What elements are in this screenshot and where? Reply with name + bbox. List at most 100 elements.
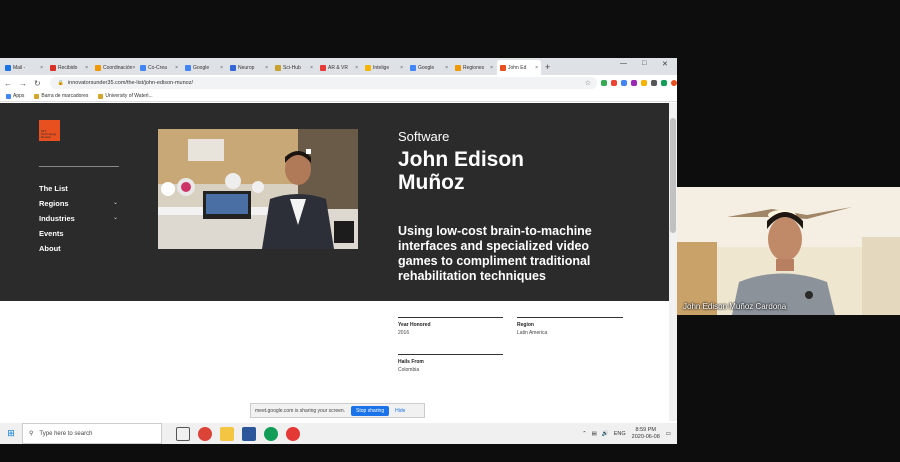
task-view-icon[interactable] [176,426,190,441]
star-icon[interactable]: ☆ [585,79,591,87]
extension-icon[interactable] [631,80,637,86]
site-logo[interactable]: MIT Technology Review [39,120,60,141]
tab-close-icon[interactable]: × [355,65,358,71]
screen-share-banner: meet.google.com is sharing your screen. … [250,403,425,418]
tab-close-icon[interactable]: × [265,65,268,71]
chevron-down-icon[interactable]: ⌄ [113,214,118,221]
folder-icon [98,93,104,99]
network-icon[interactable]: ▤ [592,431,597,437]
clock-time: 8:59 PM [635,426,656,433]
browser-tab[interactable]: Mail - × [2,60,46,75]
address-bar[interactable]: 🔒 innovatorsunder35.com/the-list/john-ed… [49,77,597,89]
browser-tab[interactable]: Neurop × [227,60,271,75]
bookmark-item[interactable]: University of Waterl... [98,93,153,99]
tray-chevron-icon[interactable]: ⌃ [582,431,587,437]
reload-icon[interactable]: ↻ [34,79,41,88]
nav-industries[interactable]: Industries [39,214,75,223]
tab-close-icon[interactable]: × [175,65,178,71]
tab-favicon-icon [320,64,326,71]
tab-close-icon[interactable]: × [132,65,135,71]
extension-icon[interactable] [661,80,667,86]
tab-label: Google [193,64,210,71]
tab-label: Regiones [463,64,485,71]
tab-favicon-icon [50,64,56,71]
maximize-icon[interactable]: □ [642,60,646,67]
volume-icon[interactable]: 🔊 [602,431,609,437]
tab-favicon-icon [410,64,416,71]
profile-tagline: Using low-cost brain-to-machine interfac… [398,224,592,283]
app-icon[interactable] [286,426,300,441]
hide-button[interactable]: Hide [395,408,405,414]
extension-icon[interactable] [601,80,607,86]
extension-icon[interactable] [611,80,617,86]
tab-label: John Ed [508,64,527,71]
browser-tab[interactable]: Coordinación × [92,60,136,75]
tab-close-icon[interactable]: × [220,65,223,71]
tab-label: AR & VR [328,64,349,71]
tab-label: Coordinación [103,64,133,71]
region-label: Region [517,322,534,328]
browser-tab[interactable]: Google × [182,60,226,75]
browser-tab[interactable]: Sci-Hub × [272,60,316,75]
nav-about[interactable]: About [39,244,61,253]
file-explorer-icon[interactable] [220,426,234,441]
profile-photo-image [158,129,358,249]
extension-icon[interactable] [651,80,657,86]
tab-favicon-icon [140,64,146,71]
tab-label: Mail - [13,64,26,71]
minimize-icon[interactable]: — [620,60,627,67]
hails-from-value: Colombia [398,367,420,373]
browser-tab[interactable]: Google × [407,60,451,75]
nav-the-list[interactable]: The List [39,184,68,193]
nav-regions[interactable]: Regions [39,199,69,208]
tab-close-icon[interactable]: × [40,65,43,71]
tab-close-icon[interactable]: × [400,65,403,71]
tab-close-icon[interactable]: × [310,65,313,71]
bookmark-item[interactable]: Barra de marcadores [34,93,88,99]
stop-sharing-button[interactable]: Stop sharing [351,405,390,416]
chevron-down-icon[interactable]: ⌄ [113,199,118,206]
browser-tab[interactable]: John Ed × [497,60,541,75]
app-icon[interactable] [264,426,278,441]
search-icon: ⚲ [29,431,34,437]
browser-tab[interactable]: Regiones × [452,60,496,75]
browser-tab[interactable]: AR & VR × [317,60,361,75]
tab-label: Co-Crea [148,64,167,71]
scrollbar-thumb[interactable] [670,118,676,233]
tab-label: Intelige [373,64,390,71]
tab-close-icon[interactable]: × [445,65,448,71]
chrome-icon[interactable] [198,426,212,441]
profile-name: John Edison Muñoz [398,148,638,194]
tab-favicon-icon [230,64,236,71]
extension-icon[interactable] [621,80,627,86]
back-icon[interactable]: ← [4,79,12,88]
forward-icon[interactable]: → [19,79,27,88]
meta-divider [398,317,503,318]
profile-avatar[interactable] [671,80,677,86]
nav-events[interactable]: Events [39,229,64,238]
browser-tab[interactable]: Co-Crea × [137,60,181,75]
participant-video-tile: John Edison Muñoz Cardona [677,187,900,315]
participant-name: John Edison Muñoz Cardona [683,302,787,311]
tab-close-icon[interactable]: × [85,65,88,71]
notifications-icon[interactable]: ▭ [666,431,671,437]
search-placeholder: Type here to search [39,430,93,437]
tab-close-icon[interactable]: × [535,65,538,71]
tab-favicon-icon [365,64,371,71]
bookmark-item[interactable]: Apps [6,93,24,99]
word-icon[interactable] [242,426,256,441]
browser-tab[interactable]: Intelige × [362,60,406,75]
clock[interactable]: 8:59 PM 2020-06-08 [632,427,660,441]
close-window-icon[interactable]: ✕ [662,60,668,68]
extension-icon[interactable] [641,80,647,86]
new-tab-button[interactable]: + [545,62,550,72]
language-indicator[interactable]: ENG [614,431,626,437]
bookmarks-bar: Apps Barra de marcadores University of W… [0,91,677,102]
year-honored-label: Year Honored [398,322,431,328]
windows-start-icon[interactable]: ⊞ [0,423,22,444]
tab-favicon-icon [500,64,506,71]
taskbar-search-box[interactable]: ⚲ Type here to search [22,423,162,444]
browser-tab[interactable]: Recibido × [47,60,91,75]
profile-photo [158,129,358,249]
tab-close-icon[interactable]: × [490,65,493,71]
